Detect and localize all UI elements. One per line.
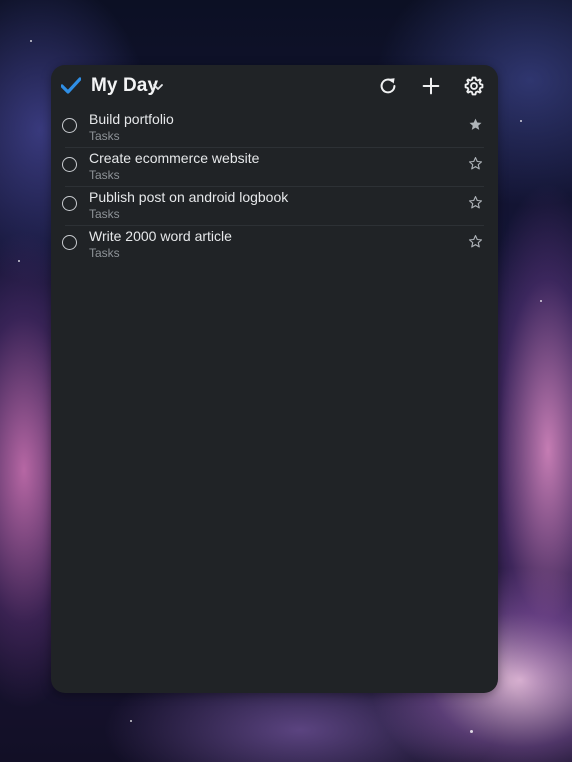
task-item[interactable]: Build portfolio Tasks [51,108,498,147]
background-star [520,120,522,122]
todo-widget: My Day Build portfolio Tasks Create ecom… [51,65,498,693]
task-title: Write 2000 word article [89,228,232,244]
background-star [540,300,542,302]
complete-task-checkbox[interactable] [62,235,77,250]
complete-task-checkbox[interactable] [62,196,77,211]
chevron-down-icon[interactable] [152,80,164,92]
task-list-name: Tasks [89,129,120,143]
list-title[interactable]: My Day [91,75,158,97]
task-title: Create ecommerce website [89,150,260,166]
star-filled-icon[interactable] [468,117,483,132]
complete-task-checkbox[interactable] [62,118,77,133]
background-star [130,720,132,722]
complete-task-checkbox[interactable] [62,157,77,172]
plus-icon[interactable] [420,75,442,97]
background-star [30,40,32,42]
background-star [470,730,473,733]
task-list-name: Tasks [89,168,120,182]
task-title: Publish post on android logbook [89,189,289,205]
task-item[interactable]: Publish post on android logbook Tasks [51,186,498,225]
background-star [18,260,20,262]
checkmark-icon [60,77,82,95]
task-list-name: Tasks [89,207,120,221]
refresh-icon[interactable] [377,75,399,97]
gear-icon[interactable] [463,75,485,97]
star-outline-icon[interactable] [468,195,483,210]
task-list: Build portfolio Tasks Create ecommerce w… [51,108,498,264]
task-item[interactable]: Create ecommerce website Tasks [51,147,498,186]
task-list-name: Tasks [89,246,120,260]
task-title: Build portfolio [89,111,174,127]
widget-header: My Day [51,65,498,109]
star-outline-icon[interactable] [468,234,483,249]
task-item[interactable]: Write 2000 word article Tasks [51,225,498,264]
star-outline-icon[interactable] [468,156,483,171]
